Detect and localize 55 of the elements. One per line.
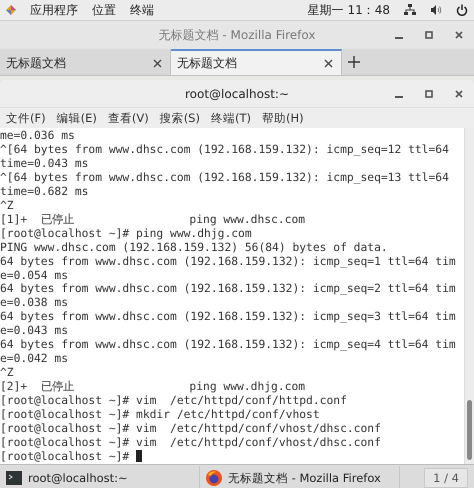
terminal-line: ^[64 bytes from www.dhsc.com (192.168.159.132): icmp_seq=12 ttl=64 bbox=[0, 142, 449, 157]
terminal-line: time=0.682 ms bbox=[0, 184, 88, 199]
terminal-line: [1]+ 已停止 ping www.dhsc.com bbox=[0, 212, 306, 227]
text-cursor bbox=[136, 450, 142, 462]
maximize-icon[interactable] bbox=[425, 31, 433, 39]
scrollbar[interactable] bbox=[464, 128, 474, 464]
volume-icon[interactable] bbox=[430, 4, 442, 16]
apps-icon[interactable] bbox=[6, 5, 16, 15]
close-icon[interactable] bbox=[153, 58, 162, 68]
terminal-line: e=0.043 ms bbox=[0, 324, 68, 338]
terminal-line: e=0.038 ms bbox=[0, 296, 68, 310]
top-menu[interactable]: 应用程序 bbox=[30, 2, 78, 18]
top-menu[interactable]: 位置 bbox=[92, 2, 116, 18]
window-title: 无标题文档 - Mozilla Firefox bbox=[158, 26, 316, 44]
terminal-line: ^[64 bytes from www.dhsc.com (192.168.159.132): icmp_seq=13 ttl=64 bbox=[0, 170, 449, 185]
close-icon[interactable] bbox=[455, 31, 463, 39]
workspace-indicator[interactable]: 1 / 4 bbox=[424, 468, 468, 488]
terminal-line: 64 bytes from www.dhsc.com (192.168.159.132): icmp_seq=3 ttl=64 tim bbox=[0, 310, 456, 324]
terminal-line: time=0.043 ms bbox=[0, 156, 88, 171]
terminal-line: ^Z bbox=[0, 198, 14, 213]
menu-item[interactable]: 编辑(E) bbox=[56, 110, 97, 126]
terminal-line: me=0.036 ms bbox=[0, 129, 75, 143]
terminal-line: [root@localhost ~]# bbox=[0, 450, 130, 463]
menu-item[interactable]: 文件(F) bbox=[6, 110, 46, 126]
close-icon[interactable] bbox=[455, 90, 463, 98]
terminal-line: [root@localhost ~]# mkdir /etc/httpd/conf/vhost bbox=[0, 408, 320, 422]
power-icon[interactable] bbox=[456, 4, 468, 16]
terminal-line: e=0.042 ms bbox=[0, 352, 68, 366]
window-title: root@localhost:~ bbox=[184, 86, 290, 100]
menu-item[interactable]: 帮助(H) bbox=[262, 110, 304, 126]
terminal-line: [2]+ 已停止 ping www.dhjg.com bbox=[0, 380, 306, 394]
terminal-line: PING www.dhsc.com (192.168.159.132) 56(84) bytes of data. bbox=[0, 240, 388, 255]
terminal-line: e=0.054 ms bbox=[0, 268, 68, 282]
terminal-line: [root@localhost ~]# ping www.dhjg.com bbox=[0, 226, 252, 241]
terminal-line: [root@localhost ~]# vim /etc/httpd/conf/vhost/dhsc.conf bbox=[0, 436, 381, 450]
new-tab-icon[interactable] bbox=[348, 56, 360, 68]
menu-item[interactable]: 终端(T) bbox=[210, 110, 251, 126]
menu-item[interactable]: 查看(V) bbox=[108, 110, 149, 126]
browser-tab[interactable]: 无标题文档 bbox=[171, 49, 342, 75]
terminal-line: [root@localhost ~]# vim /etc/httpd/conf/httpd.conf bbox=[0, 394, 347, 408]
close-icon[interactable] bbox=[324, 58, 333, 68]
terminal-line: [root@localhost ~]# vim /etc/httpd/conf/vhost/dhsc.conf bbox=[0, 422, 381, 436]
terminal-line: 64 bytes from www.dhsc.com (192.168.159.132): icmp_seq=1 ttl=64 tim bbox=[0, 254, 456, 269]
terminal-line: 64 bytes from www.dhsc.com (192.168.159.132): icmp_seq=2 ttl=64 tim bbox=[0, 282, 456, 296]
maximize-icon[interactable] bbox=[425, 90, 433, 98]
firefox-icon bbox=[206, 470, 222, 486]
clock[interactable]: 星期一 11：48 bbox=[308, 2, 390, 18]
taskbar-item[interactable]: 无标题文档 - Mozilla Firefox bbox=[200, 466, 400, 488]
terminal-icon bbox=[6, 471, 22, 485]
network-icon[interactable] bbox=[404, 4, 416, 16]
terminal-line: ^Z bbox=[0, 366, 14, 380]
taskbar-item[interactable]: root@localhost:~ bbox=[0, 466, 200, 488]
top-menu[interactable]: 终端 bbox=[130, 2, 154, 18]
menu-item[interactable]: 搜索(S) bbox=[160, 110, 200, 126]
terminal-line: 64 bytes from www.dhsc.com (192.168.159.132): icmp_seq=4 ttl=64 tim bbox=[0, 338, 456, 352]
